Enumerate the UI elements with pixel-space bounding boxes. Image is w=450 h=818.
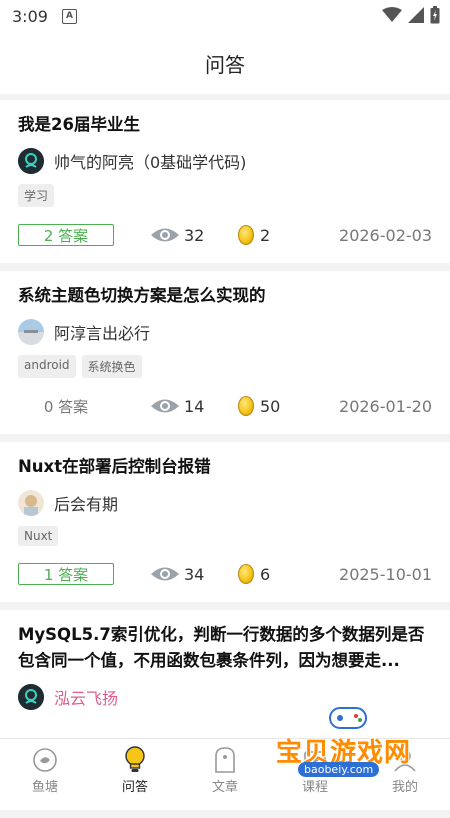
bottom-tab-bar: 鱼塘 问答 文章 课程 我的: [0, 738, 450, 801]
coin-reward: 2: [238, 225, 298, 245]
question-date: 2026-01-20: [339, 396, 432, 416]
author-row[interactable]: 后会有期: [18, 490, 432, 516]
coin-icon: [238, 225, 254, 245]
coin-value: 50: [260, 396, 281, 416]
page-title: 问答: [205, 52, 245, 77]
answer-count-badge[interactable]: 2 答案: [18, 224, 114, 246]
view-count-value: 14: [184, 396, 205, 416]
coin-value: 6: [260, 564, 271, 584]
coin-reward: 6: [238, 564, 298, 584]
status-time: 3:09: [12, 6, 48, 26]
question-meta: 0 答案 14 50 2026-01-20: [18, 386, 432, 434]
question-title[interactable]: 系统主题色切换方案是怎么实现的: [18, 271, 432, 309]
tab-qa[interactable]: 问答: [90, 739, 180, 801]
tab-fishpond[interactable]: 鱼塘: [0, 739, 90, 801]
lightbulb-icon: [123, 745, 147, 774]
question-list[interactable]: 我是26届毕业生 帅气的阿亮（0基础学代码) 学习 2 答案 32 2 2026…: [0, 100, 450, 818]
question-title[interactable]: MySQL5.7索引优化，判断一行数据的多个数据列是否包含同一个值，不用函数包裹…: [18, 610, 432, 674]
battery-icon: [430, 6, 440, 24]
fishpond-icon: [32, 746, 58, 774]
view-count-value: 34: [184, 564, 205, 584]
tab-courses[interactable]: 课程: [270, 739, 360, 801]
profile-icon: [392, 746, 418, 774]
tag[interactable]: 学习: [18, 184, 55, 207]
view-count: 14: [150, 397, 210, 416]
eye-icon: [151, 228, 179, 242]
tag-list: android 系统换色: [18, 355, 432, 378]
question-card[interactable]: Nuxt在部署后控制台报错 后会有期 Nuxt 1 答案 34 6 2025-1…: [0, 442, 450, 602]
tag[interactable]: 系统换色: [81, 355, 142, 378]
eye-icon: [151, 399, 179, 413]
tab-label: 鱼塘: [31, 779, 58, 795]
question-date: 2025-10-01: [339, 564, 432, 584]
course-icon: [302, 746, 328, 774]
question-card[interactable]: 我是26届毕业生 帅气的阿亮（0基础学代码) 学习 2 答案 32 2 2026…: [0, 100, 450, 263]
eye-icon: [151, 567, 179, 581]
question-meta: 2 答案 32 2 2026-02-03: [18, 215, 432, 263]
tag[interactable]: android: [18, 355, 76, 378]
question-card[interactable]: 系统主题色切换方案是怎么实现的 阿淳言出必行 android 系统换色 0 答案: [0, 271, 450, 434]
tag[interactable]: Nuxt: [18, 526, 59, 546]
tab-profile[interactable]: 我的: [360, 739, 450, 801]
coin-reward: 50: [238, 396, 298, 416]
avatar[interactable]: [18, 684, 44, 710]
author-row[interactable]: 阿淳言出必行: [18, 319, 432, 345]
author-name[interactable]: 后会有期: [54, 491, 118, 515]
author-name[interactable]: 阿淳言出必行: [54, 320, 150, 344]
avatar[interactable]: [18, 148, 44, 174]
avatar[interactable]: [18, 490, 44, 516]
tab-label: 课程: [301, 779, 328, 795]
answer-count-badge[interactable]: 0 答案: [18, 395, 114, 417]
author-row[interactable]: 帅气的阿亮（0基础学代码): [18, 148, 432, 174]
tab-label: 我的: [391, 779, 418, 795]
tab-articles[interactable]: 文章: [180, 739, 270, 801]
question-meta: 1 答案 34 6 2025-10-01: [18, 554, 432, 602]
status-bar: 3:09 A: [0, 0, 450, 32]
view-count: 34: [150, 565, 210, 584]
author-row[interactable]: 泓云飞扬: [18, 684, 432, 710]
tab-label: 文章: [211, 779, 238, 795]
avatar-photo-icon: [18, 319, 44, 345]
avatar-photo-icon: [18, 490, 44, 516]
tag-list: 学习: [18, 184, 432, 207]
avatar-logo-icon: [18, 148, 44, 174]
avatar[interactable]: [18, 319, 44, 345]
coin-value: 2: [260, 225, 271, 245]
answer-count-badge[interactable]: 1 答案: [18, 563, 114, 585]
question-title[interactable]: Nuxt在部署后控制台报错: [18, 442, 432, 480]
view-count-value: 32: [184, 225, 205, 245]
app-header: 问答: [0, 32, 450, 94]
status-icons: [382, 6, 440, 24]
wifi-icon: [382, 7, 402, 22]
question-date: 2026-02-03: [339, 225, 432, 245]
view-count: 32: [150, 226, 210, 245]
author-name[interactable]: 帅气的阿亮（0基础学代码): [54, 149, 246, 173]
coin-icon: [238, 396, 254, 416]
tab-label: 问答: [121, 779, 148, 795]
notification-icon: A: [61, 8, 77, 24]
coin-icon: [238, 564, 254, 584]
tag-list: Nuxt: [18, 526, 432, 546]
article-icon: [213, 746, 237, 774]
signal-icon: [408, 7, 424, 23]
avatar-logo-icon: [18, 684, 44, 710]
question-title[interactable]: 我是26届毕业生: [18, 100, 432, 138]
author-name[interactable]: 泓云飞扬: [54, 685, 118, 709]
